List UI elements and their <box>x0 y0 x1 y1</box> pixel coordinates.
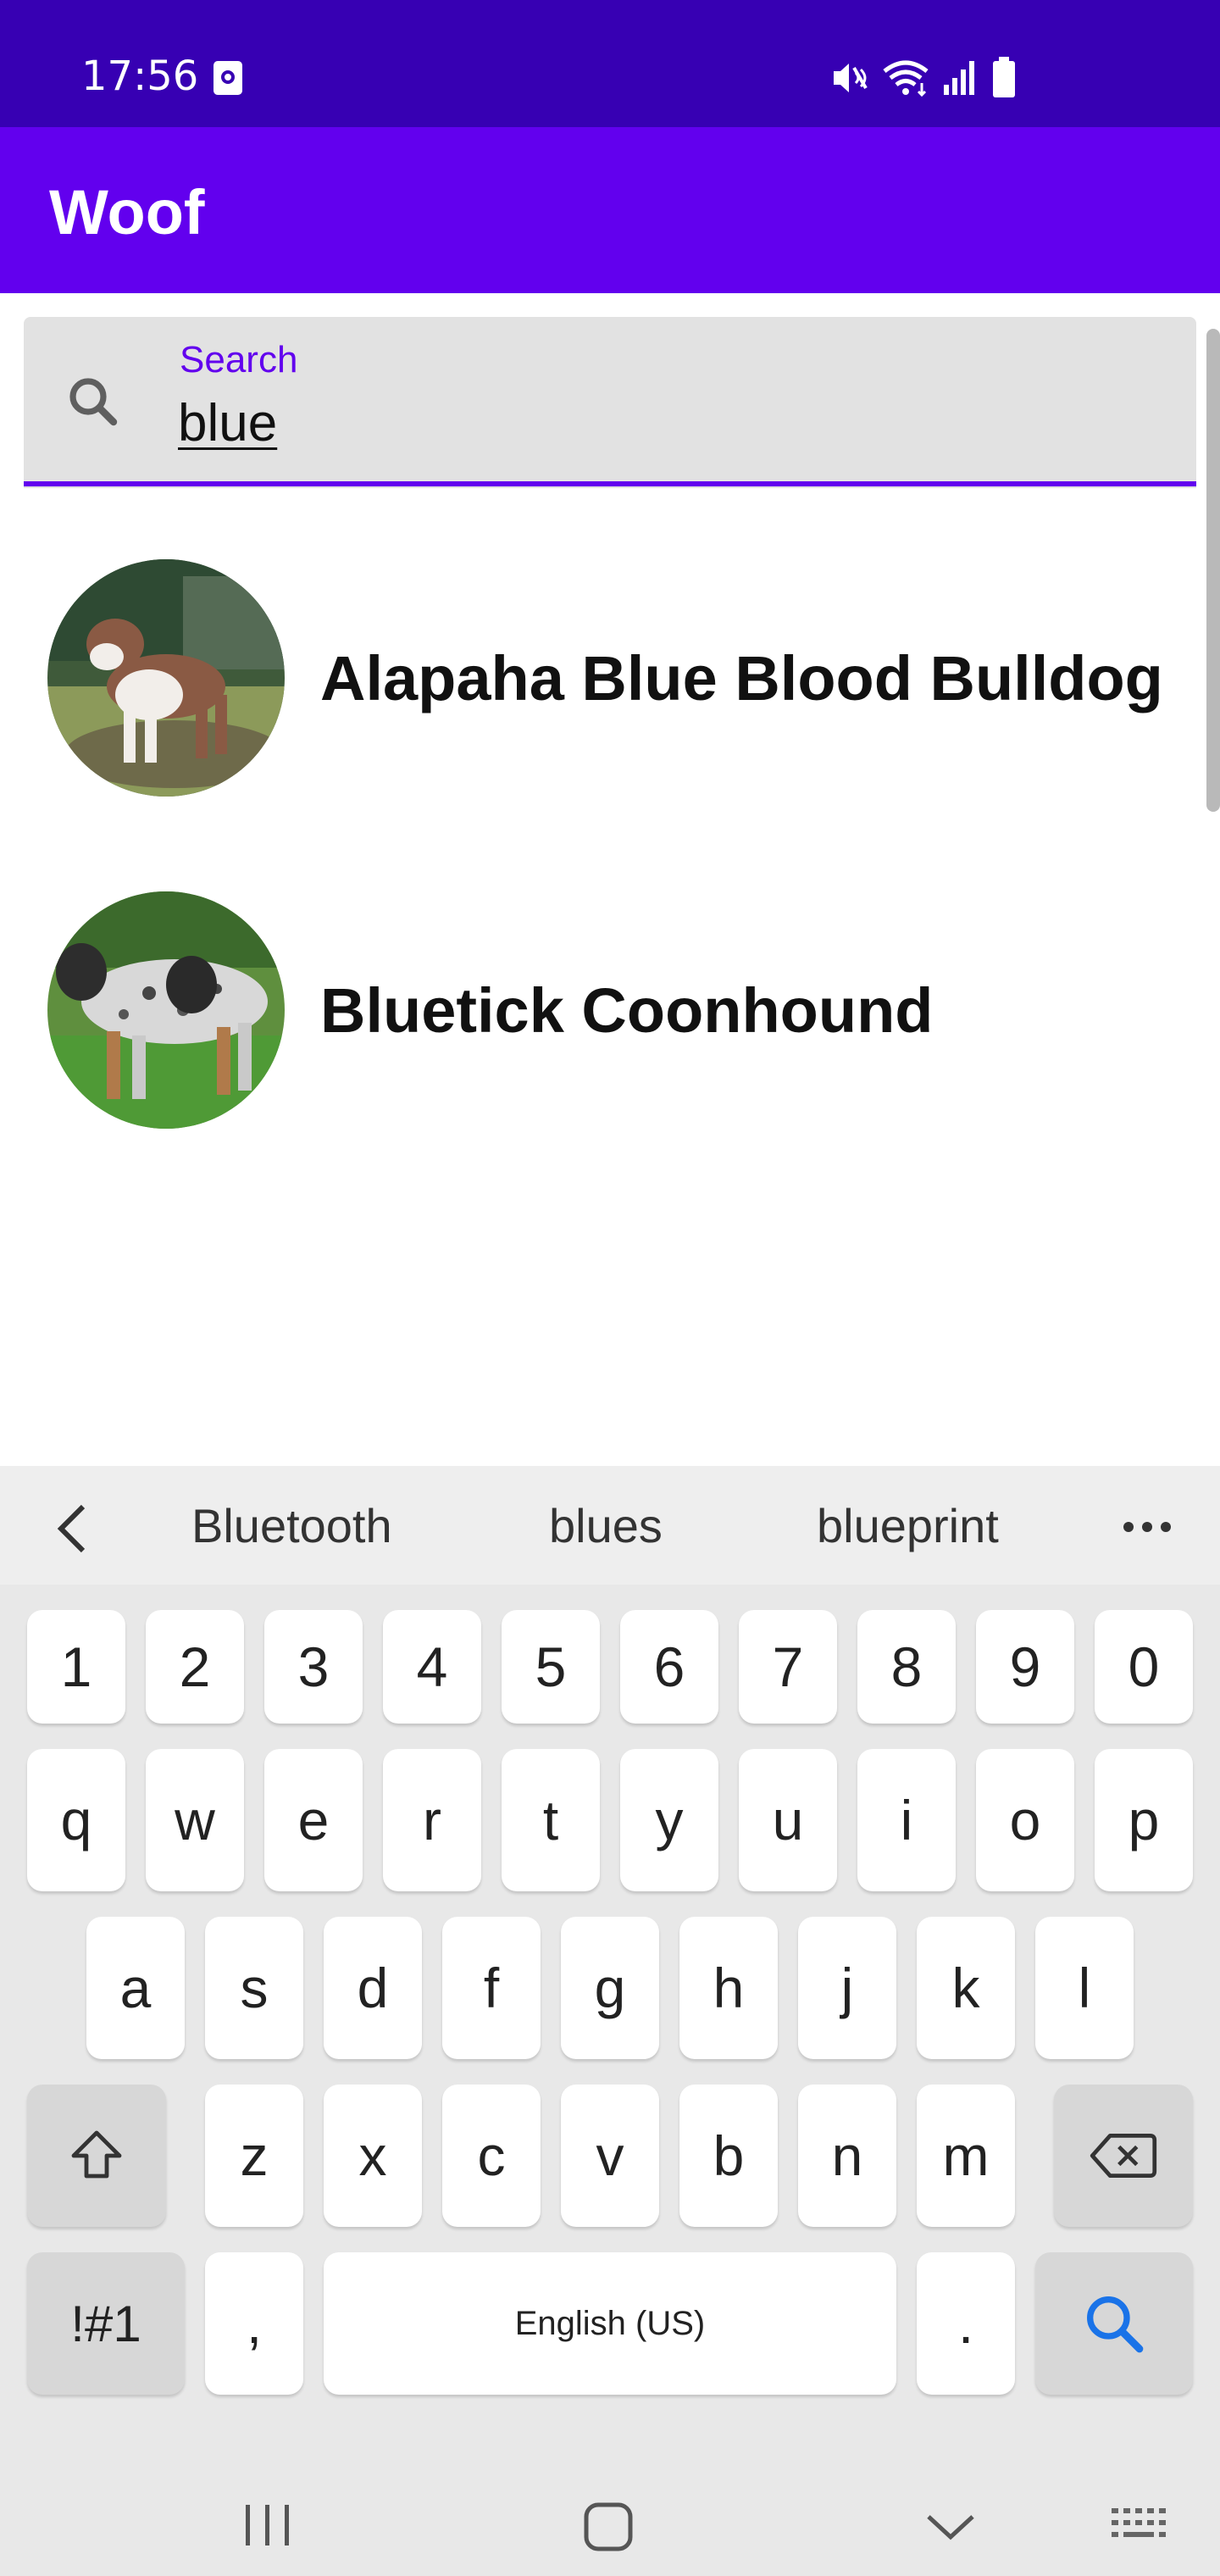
key-l[interactable]: l <box>1035 1917 1134 2059</box>
comma-key[interactable]: , <box>205 2252 303 2395</box>
key-b[interactable]: b <box>679 2085 778 2227</box>
app-title: Woof <box>49 177 205 247</box>
search-action-key[interactable] <box>1035 2252 1193 2395</box>
more-options-icon[interactable] <box>1120 1518 1174 1535</box>
key-3[interactable]: 3 <box>264 1610 363 1724</box>
keyboard: Bluetooth blues blueprint 1 2 3 4 5 6 7 … <box>0 1466 1220 2576</box>
key-0[interactable]: 0 <box>1095 1610 1193 1724</box>
list-item[interactable]: Bluetick Coonhound <box>0 883 1203 1137</box>
suggestion-bar: Bluetooth blues blueprint <box>0 1466 1220 1585</box>
key-e[interactable]: e <box>264 1749 363 1891</box>
key-y[interactable]: y <box>620 1749 718 1891</box>
key-j[interactable]: j <box>798 1917 896 2059</box>
scrollbar[interactable] <box>1206 329 1220 812</box>
key-p[interactable]: p <box>1095 1749 1193 1891</box>
search-icon <box>69 378 118 426</box>
key-m[interactable]: m <box>917 2085 1015 2227</box>
key-n[interactable]: n <box>798 2085 896 2227</box>
dog-name: Alapaha Blue Blood Bulldog <box>320 643 1163 713</box>
key-o[interactable]: o <box>976 1749 1074 1891</box>
key-w[interactable]: w <box>146 1749 244 1891</box>
suggestion-item[interactable]: blues <box>549 1498 663 1553</box>
list-item[interactable]: Alapaha Blue Blood Bulldog <box>0 551 1203 805</box>
key-s[interactable]: s <box>205 1917 303 2059</box>
key-z[interactable]: z <box>205 2085 303 2227</box>
period-key[interactable]: . <box>917 2252 1015 2395</box>
key-4[interactable]: 4 <box>383 1610 481 1724</box>
search-icon <box>1087 2296 1144 2353</box>
key-t[interactable]: t <box>502 1749 600 1891</box>
key-7[interactable]: 7 <box>739 1610 837 1724</box>
home-icon[interactable] <box>583 2501 634 2552</box>
key-u[interactable]: u <box>739 1749 837 1891</box>
chevron-left-icon[interactable] <box>53 1502 93 1556</box>
status-bar: 17:56 <box>0 0 1220 127</box>
key-c[interactable]: c <box>442 2085 541 2227</box>
key-f[interactable]: f <box>442 1917 541 2059</box>
search-underline <box>24 481 1196 486</box>
battery-icon <box>993 57 1015 97</box>
key-x[interactable]: x <box>324 2085 422 2227</box>
backspace-key[interactable] <box>1054 2085 1193 2227</box>
space-key[interactable]: English (US) <box>324 2252 896 2395</box>
key-r[interactable]: r <box>383 1749 481 1891</box>
shift-key[interactable] <box>27 2085 166 2227</box>
status-time: 17:56 <box>81 53 199 100</box>
symbols-key[interactable]: !#1 <box>27 2252 185 2395</box>
suggestion-item[interactable]: blueprint <box>817 1498 999 1553</box>
suggestion-item[interactable]: Bluetooth <box>191 1498 392 1553</box>
search-value[interactable]: blue <box>178 393 277 453</box>
key-2[interactable]: 2 <box>146 1610 244 1724</box>
notification-icon <box>214 61 242 95</box>
chevron-down-icon[interactable] <box>925 2512 976 2542</box>
key-v[interactable]: v <box>561 2085 659 2227</box>
recent-apps-icon[interactable] <box>242 2501 293 2549</box>
wifi-icon <box>883 60 929 97</box>
search-label: Search <box>180 339 298 380</box>
key-q[interactable]: q <box>27 1749 125 1891</box>
key-g[interactable]: g <box>561 1917 659 2059</box>
dog-name: Bluetick Coonhound <box>320 975 934 1046</box>
status-icons <box>829 53 1017 103</box>
shift-icon <box>71 2130 122 2179</box>
key-d[interactable]: d <box>324 1917 422 2059</box>
key-k[interactable]: k <box>917 1917 1015 2059</box>
mute-icon <box>834 64 868 92</box>
key-1[interactable]: 1 <box>27 1610 125 1724</box>
key-i[interactable]: i <box>857 1749 956 1891</box>
backspace-icon <box>1090 2134 1157 2178</box>
dog-photo <box>47 891 285 1129</box>
key-9[interactable]: 9 <box>976 1610 1074 1724</box>
keyboard-icon[interactable] <box>1110 2507 1169 2547</box>
key-a[interactable]: a <box>86 1917 185 2059</box>
dog-photo <box>47 559 285 797</box>
key-6[interactable]: 6 <box>620 1610 718 1724</box>
key-5[interactable]: 5 <box>502 1610 600 1724</box>
key-h[interactable]: h <box>679 1917 778 2059</box>
signal-icon <box>944 61 974 95</box>
navigation-bar <box>0 2423 1220 2576</box>
key-8[interactable]: 8 <box>857 1610 956 1724</box>
